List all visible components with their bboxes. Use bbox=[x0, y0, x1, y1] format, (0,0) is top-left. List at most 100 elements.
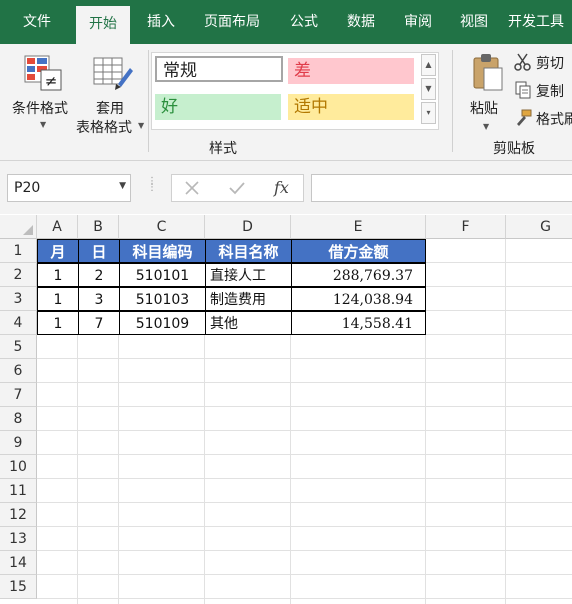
table-cell[interactable]: 1 bbox=[37, 287, 79, 311]
table-header-cell-day[interactable]: 日 bbox=[78, 239, 120, 263]
gridline bbox=[37, 406, 572, 407]
column-header-a[interactable]: A bbox=[37, 215, 78, 239]
confirm-icon[interactable] bbox=[228, 180, 246, 196]
conditional-format-button[interactable]: ≠ 条件格式 ▼ bbox=[6, 50, 76, 136]
table-cell[interactable]: 3 bbox=[78, 287, 120, 311]
row-header-7[interactable]: 7 bbox=[0, 383, 37, 407]
cancel-icon[interactable] bbox=[184, 180, 200, 196]
row-header-15[interactable]: 15 bbox=[0, 575, 37, 599]
table-cell[interactable]: 1 bbox=[37, 263, 79, 287]
conditional-format-icon: ≠ bbox=[24, 55, 62, 91]
column-header-d[interactable]: D bbox=[205, 215, 291, 239]
name-box[interactable]: P20 ▼ bbox=[7, 174, 131, 202]
row-header-10[interactable]: 10 bbox=[0, 455, 37, 479]
gridline bbox=[37, 430, 572, 431]
table-format-button[interactable]: 套用 表格格式 ▼ bbox=[76, 50, 148, 136]
table-cell[interactable]: 7 bbox=[78, 311, 120, 335]
table-cell[interactable]: 其他 bbox=[205, 311, 292, 335]
drag-handle-icon[interactable]: ⋮ ⋮ bbox=[147, 177, 157, 197]
table-cell[interactable]: 制造费用 bbox=[205, 287, 292, 311]
paste-button[interactable]: 粘贴 ▼ bbox=[462, 50, 512, 136]
tab-view[interactable]: 视图 bbox=[450, 0, 498, 44]
ribbon-divider bbox=[148, 50, 149, 152]
tab-home[interactable]: 开始 bbox=[76, 6, 130, 44]
table-header-cell-debit-amount[interactable]: 借方金额 bbox=[291, 239, 426, 263]
table-cell[interactable]: 124,038.94 bbox=[291, 287, 426, 311]
copy-button[interactable]: 复制 bbox=[514, 80, 572, 100]
formula-input[interactable] bbox=[311, 174, 572, 202]
gridline bbox=[37, 526, 572, 527]
table-format-label-line1: 套用 bbox=[96, 101, 124, 117]
gridline bbox=[37, 478, 572, 479]
formula-bar: P20 ▼ ⋮ ⋮ fx bbox=[0, 161, 572, 214]
row-header-5[interactable]: 5 bbox=[0, 335, 37, 359]
row-header-8[interactable]: 8 bbox=[0, 407, 37, 431]
style-bad[interactable]: 差 bbox=[288, 58, 414, 84]
table-header-cell-account-name[interactable]: 科目名称 bbox=[205, 239, 292, 263]
column-header-g[interactable]: G bbox=[506, 215, 572, 239]
gallery-scroll-up[interactable]: ▲ bbox=[421, 54, 436, 76]
gridline bbox=[37, 454, 572, 455]
table-format-icon bbox=[93, 57, 133, 90]
name-box-value: P20 bbox=[14, 180, 41, 196]
style-good[interactable]: 好 bbox=[155, 94, 281, 120]
corner-triangle-icon bbox=[23, 225, 33, 235]
style-neutral[interactable]: 适中 bbox=[288, 94, 414, 120]
table-cell[interactable]: 1 bbox=[37, 311, 79, 335]
chevron-down-icon: ▼ bbox=[483, 122, 490, 131]
gridline bbox=[37, 574, 572, 575]
chevron-down-icon: ▼ bbox=[138, 121, 145, 130]
conditional-format-label: 条件格式 bbox=[12, 101, 68, 117]
table-header-cell-account-code[interactable]: 科目编码 bbox=[119, 239, 206, 263]
paste-icon bbox=[473, 54, 503, 91]
gridline bbox=[37, 598, 572, 599]
gridline bbox=[37, 382, 572, 383]
table-header-cell-month[interactable]: 月 bbox=[37, 239, 79, 263]
column-header-c[interactable]: C bbox=[119, 215, 205, 239]
table-cell[interactable]: 510109 bbox=[119, 311, 206, 335]
chevron-down-icon: ▼ bbox=[40, 120, 47, 129]
style-normal[interactable]: 常规 bbox=[155, 56, 283, 82]
table-cell[interactable]: 510103 bbox=[119, 287, 206, 311]
tab-insert[interactable]: 插入 bbox=[136, 0, 186, 44]
cut-label: 剪切 bbox=[536, 56, 564, 72]
row-header-14[interactable]: 14 bbox=[0, 551, 37, 575]
cut-button[interactable]: 剪切 bbox=[514, 52, 572, 72]
table-cell[interactable]: 2 bbox=[78, 263, 120, 287]
tab-file[interactable]: 文件 bbox=[12, 0, 62, 44]
row-header-2[interactable]: 2 bbox=[0, 263, 37, 287]
row-header-3[interactable]: 3 bbox=[0, 287, 37, 311]
tab-page-layout[interactable]: 页面布局 bbox=[196, 0, 268, 44]
gridline bbox=[37, 358, 572, 359]
row-header-9[interactable]: 9 bbox=[0, 431, 37, 455]
gallery-scroll-down[interactable]: ▼ bbox=[421, 78, 436, 100]
column-header-e[interactable]: E bbox=[291, 215, 426, 239]
tab-data[interactable]: 数据 bbox=[336, 0, 386, 44]
tab-formulas[interactable]: 公式 bbox=[280, 0, 328, 44]
row-header-1[interactable]: 1 bbox=[0, 239, 37, 263]
format-painter-button[interactable]: 格式刷 bbox=[514, 108, 572, 128]
row-header-4[interactable]: 4 bbox=[0, 311, 37, 335]
copy-icon bbox=[515, 81, 531, 99]
tab-review[interactable]: 审阅 bbox=[394, 0, 442, 44]
table-cell[interactable]: 直接人工 bbox=[205, 263, 292, 287]
styles-group-label: 样式 bbox=[209, 141, 237, 157]
row-header-13[interactable]: 13 bbox=[0, 527, 37, 551]
ribbon-tab-bar: 文件 开始 插入 页面布局 公式 数据 审阅 视图 开发工具 bbox=[0, 0, 572, 44]
column-header-b[interactable]: B bbox=[78, 215, 119, 239]
insert-function-icon[interactable]: fx bbox=[274, 178, 289, 197]
row-header-11[interactable]: 11 bbox=[0, 479, 37, 503]
gallery-more-button[interactable]: ▾ bbox=[421, 102, 436, 124]
copy-label: 复制 bbox=[536, 84, 564, 100]
table-cell[interactable]: 288,769.37 bbox=[291, 263, 426, 287]
row-header-6[interactable]: 6 bbox=[0, 359, 37, 383]
select-all-corner[interactable] bbox=[0, 215, 37, 239]
format-painter-icon bbox=[517, 109, 532, 126]
worksheet-grid[interactable]: A B C D E F G 1 2 3 4 5 6 7 8 9 10 11 12… bbox=[0, 215, 572, 604]
table-cell[interactable]: 510101 bbox=[119, 263, 206, 287]
tab-developer[interactable]: 开发工具 bbox=[508, 0, 572, 44]
row-header-12[interactable]: 12 bbox=[0, 503, 37, 527]
column-header-f[interactable]: F bbox=[426, 215, 506, 239]
table-cell[interactable]: 14,558.41 bbox=[291, 311, 426, 335]
chevron-down-icon[interactable]: ▼ bbox=[119, 181, 126, 191]
